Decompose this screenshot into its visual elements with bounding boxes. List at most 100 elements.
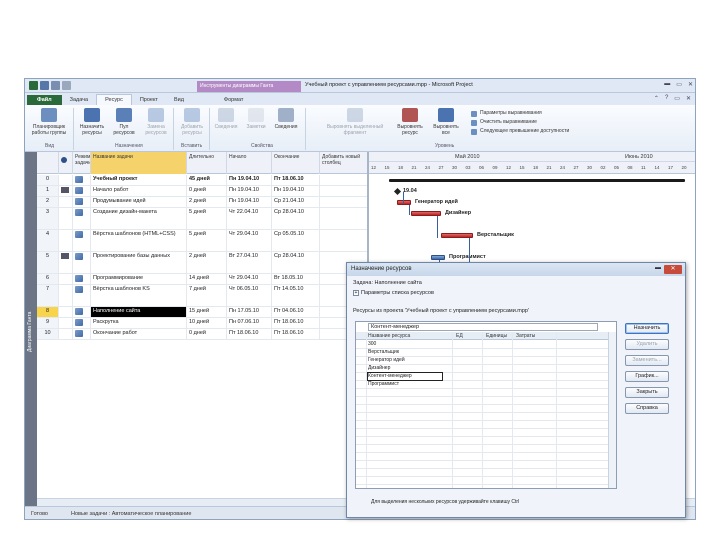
redo-icon[interactable]: [62, 81, 71, 90]
row-number[interactable]: 8: [37, 307, 59, 317]
summary-bar[interactable]: [389, 179, 685, 182]
task-name-cell[interactable]: Программирование: [91, 274, 187, 284]
task-mode-cell[interactable]: [73, 230, 91, 251]
header-info[interactable]: [59, 152, 73, 174]
graphs-button[interactable]: График...: [625, 371, 669, 382]
task-mode-cell[interactable]: [73, 175, 91, 185]
header-task-mode[interactable]: Режим задачи: [73, 152, 91, 174]
finish-cell[interactable]: Ср 28.04.10: [272, 252, 320, 273]
assign-button[interactable]: Назначить: [625, 323, 669, 334]
finish-cell[interactable]: Пт 18.06.10: [272, 318, 320, 328]
assign-resources-button[interactable]: Назначить ресурсы: [77, 108, 107, 136]
start-cell[interactable]: Пт 18.06.10: [227, 329, 272, 339]
row-number[interactable]: 2: [37, 197, 59, 207]
view-bar[interactable]: Диаграмма Ганта: [25, 152, 37, 506]
help-button[interactable]: Справка: [625, 403, 669, 414]
task-row[interactable]: 8 Наполнение сайта 15 дней Пн 17.05.10 Пт 04…: [37, 307, 367, 318]
duration-cell[interactable]: 14 дней: [187, 274, 227, 284]
team-planner-button[interactable]: Планировщик работы группы: [29, 108, 69, 136]
resource-row[interactable]: Верстальщик: [356, 349, 608, 357]
dialog-close-icon[interactable]: ✕: [664, 265, 682, 274]
info-cell[interactable]: [59, 175, 73, 185]
start-cell[interactable]: Чт 29.04.10: [227, 274, 272, 284]
resources-scrollbar[interactable]: [608, 332, 616, 488]
empty-resource-row[interactable]: [356, 421, 608, 429]
task-name-cell[interactable]: Окончание работ: [91, 329, 187, 339]
tab-format[interactable]: Формат: [216, 95, 252, 105]
level-all-button[interactable]: Выровнять все: [429, 108, 463, 136]
resource-list-options[interactable]: + Параметры списка ресурсов: [353, 290, 434, 296]
undo-icon[interactable]: [51, 81, 60, 90]
header-finish[interactable]: Окончание: [272, 152, 320, 174]
details-button[interactable]: Сведения: [271, 108, 301, 130]
resource-name-editor[interactable]: Контент-менеджер: [368, 323, 598, 331]
save-icon[interactable]: [40, 81, 49, 90]
clear-leveling-link[interactable]: Очистить выравнивание: [471, 118, 569, 127]
duration-cell[interactable]: 7 дней: [187, 285, 227, 306]
task-mode-status[interactable]: Новые задачи : Автоматическое планирован…: [71, 511, 191, 517]
close-icon[interactable]: ✕: [688, 81, 693, 88]
finish-cell[interactable]: Вт 18.05.10: [272, 274, 320, 284]
header-duration[interactable]: Длительно: [187, 152, 227, 174]
duration-cell[interactable]: 5 дней: [187, 208, 227, 229]
duration-cell[interactable]: 10 дней: [187, 318, 227, 328]
tab-project[interactable]: Проект: [132, 95, 166, 105]
duration-cell[interactable]: 15 дней: [187, 307, 227, 317]
task-row[interactable]: 0 Учебный проект 45 дней Пн 19.04.10 Пт 18.0…: [37, 175, 367, 186]
empty-resource-row[interactable]: [356, 469, 608, 477]
task-name-cell[interactable]: Начало работ: [91, 186, 187, 196]
task-row[interactable]: 5 Проектирование базы данных 2 дней Вт 27.0…: [37, 252, 367, 274]
resource-row[interactable]: Контент-менеджер: [356, 372, 608, 381]
task-name-cell[interactable]: Наполнение сайта: [91, 307, 187, 317]
row-number[interactable]: 3: [37, 208, 59, 229]
level-resource-button[interactable]: Выровнять ресурс: [393, 108, 427, 136]
replace-resources-button[interactable]: Замена ресурсов: [141, 108, 171, 136]
task-row[interactable]: 6 Программирование 14 дней Чт 29.04.10 Вт 18…: [37, 274, 367, 285]
start-cell[interactable]: Пн 07.06.10: [227, 318, 272, 328]
row-number[interactable]: 5: [37, 252, 59, 273]
info-cell[interactable]: [59, 230, 73, 251]
minimize-icon[interactable]: ▬: [664, 81, 670, 88]
header-task-name[interactable]: Название задачи: [91, 152, 187, 174]
task-row[interactable]: 3 Создание дизайн-макета 5 дней Чт 22.04.10…: [37, 208, 367, 230]
start-cell[interactable]: Пн 17.05.10: [227, 307, 272, 317]
task-row[interactable]: 10 Окончание работ 0 дней Пт 18.06.10 Пт 18.…: [37, 329, 367, 340]
task-name-cell[interactable]: Продумывание идей: [91, 197, 187, 207]
remove-button[interactable]: Удалить: [625, 339, 669, 350]
row-number[interactable]: 7: [37, 285, 59, 306]
duration-cell[interactable]: 2 дней: [187, 252, 227, 273]
dialog-minimize-icon[interactable]: ▬: [655, 265, 661, 271]
finish-cell[interactable]: Ср 21.04.10: [272, 197, 320, 207]
task-mode-cell[interactable]: [73, 274, 91, 284]
info-cell[interactable]: [59, 274, 73, 284]
task-name-cell[interactable]: Учебный проект: [91, 175, 187, 185]
info-cell[interactable]: [59, 285, 73, 306]
finish-cell[interactable]: Ср 28.04.10: [272, 208, 320, 229]
duration-cell[interactable]: 2 дней: [187, 197, 227, 207]
duration-cell[interactable]: 0 дней: [187, 186, 227, 196]
task-name-cell[interactable]: Вёрстка шаблонов KS: [91, 285, 187, 306]
maximize-icon[interactable]: ▭: [676, 81, 682, 88]
resource-row[interactable]: Генератор идей: [356, 357, 608, 365]
add-column-cell[interactable]: [320, 208, 367, 229]
resource-pool-button[interactable]: Пул ресурсов: [109, 108, 139, 136]
info-cell[interactable]: [59, 208, 73, 229]
start-cell[interactable]: Чт 29.04.10: [227, 230, 272, 251]
task-mode-cell[interactable]: [73, 197, 91, 207]
task-mode-cell[interactable]: [73, 318, 91, 328]
help-icon[interactable]: ?: [665, 95, 668, 102]
info-cell[interactable]: [59, 252, 73, 273]
notes-button[interactable]: Заметки: [241, 108, 271, 130]
task-row[interactable]: 4 Вёрстка шаблонов (HTML+CSS) 5 дней Чт 29.…: [37, 230, 367, 252]
finish-cell[interactable]: Пт 04.06.10: [272, 307, 320, 317]
add-column-cell[interactable]: [320, 230, 367, 251]
header-row-num[interactable]: [37, 152, 59, 174]
start-cell[interactable]: Пн 19.04.10: [227, 197, 272, 207]
information-button[interactable]: Сведения: [211, 108, 241, 130]
task-name-cell[interactable]: Раскрутка: [91, 318, 187, 328]
add-resources-button[interactable]: Добавить ресурсы: [177, 108, 207, 136]
empty-resource-row[interactable]: [356, 453, 608, 461]
row-number[interactable]: 0: [37, 175, 59, 185]
row-number[interactable]: 6: [37, 274, 59, 284]
tab-resource[interactable]: Ресурс: [96, 94, 132, 105]
